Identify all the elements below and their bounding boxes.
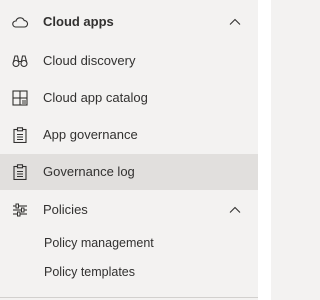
nav-group-label: Policies: [43, 202, 88, 217]
cloud-icon: [11, 13, 29, 31]
divider: [0, 297, 258, 298]
nav-item-label: Cloud app catalog: [43, 90, 148, 105]
nav-item-cloud-discovery[interactable]: Cloud discovery: [0, 45, 258, 77]
chevron-up-icon[interactable]: [228, 203, 242, 217]
nav-item-app-governance[interactable]: App governance: [0, 119, 258, 151]
sliders-icon: [11, 201, 29, 219]
clipboard-icon: [11, 126, 29, 144]
nav-item-label: Governance log: [43, 164, 135, 179]
nav-item-label: App governance: [43, 127, 138, 142]
chevron-up-icon[interactable]: [228, 15, 242, 29]
binoculars-icon: [11, 52, 29, 70]
nav-item-policy-management[interactable]: Policy management: [0, 230, 258, 256]
nav-group-cloud-apps[interactable]: Cloud apps: [0, 8, 258, 36]
nav-item-label: Policy templates: [44, 265, 136, 279]
nav-item-governance-log[interactable]: Governance log: [0, 154, 258, 190]
catalog-icon: [11, 89, 29, 107]
nav-group-label: Cloud apps: [43, 14, 114, 29]
navigation-pane: Cloud apps Cloud discovery Cloud app cat…: [0, 0, 258, 300]
clipboard-icon: [11, 163, 29, 181]
nav-item-cloud-app-catalog[interactable]: Cloud app catalog: [0, 82, 258, 114]
content-edge: [258, 0, 271, 300]
nav-item-label: Policy management: [44, 236, 154, 250]
nav-group-policies[interactable]: Policies: [0, 194, 258, 226]
nav-item-label: Cloud discovery: [43, 53, 136, 68]
nav-item-policy-templates[interactable]: Policy templates: [0, 259, 258, 285]
